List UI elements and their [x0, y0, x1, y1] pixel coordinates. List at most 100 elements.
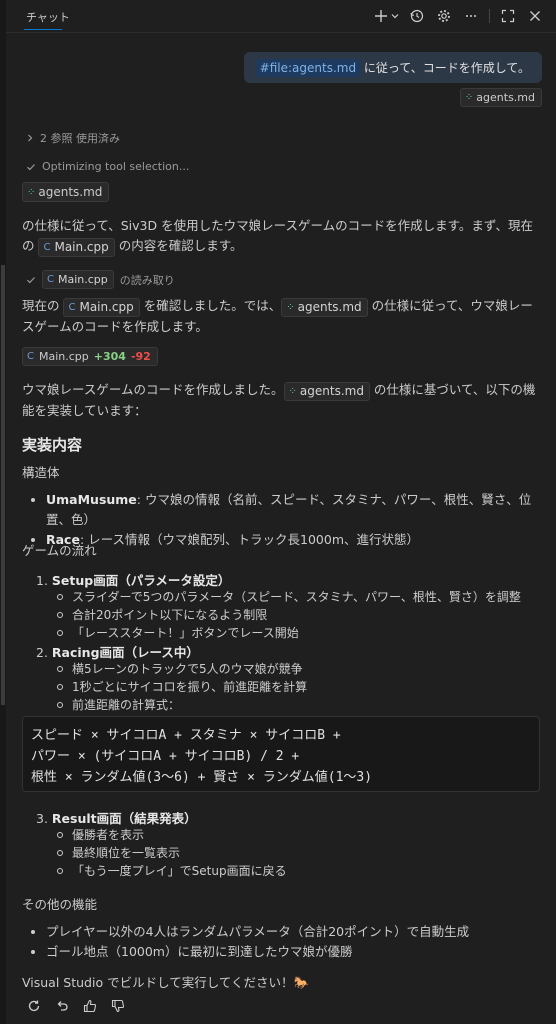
struct-list: UmaMusume: ウマ娘の情報（名前、スピード、スタミナ、パワー、根性、賢さ…: [22, 490, 542, 550]
intro-paragraph: の仕様に従って、Siv3D を使用したウマ娘レースゲームのコードを作成します。ま…: [22, 216, 542, 257]
diff-file-label: Main.cpp: [38, 350, 89, 363]
list-item: プレイヤー以外の4人はランダムパラメータ（合計20ポイント）で自動生成: [22, 922, 542, 942]
retry-icon[interactable]: [26, 998, 42, 1014]
list-item: 横5レーンのトラックで5人のウマ娘が競争: [54, 660, 307, 678]
chip-label: agents.md: [297, 300, 362, 314]
file-read-step: C Main.cpp の読み取り: [26, 270, 175, 289]
response-actions: [26, 998, 126, 1014]
lines-added: +304: [93, 350, 126, 363]
confirm-text-2: を確認しました。では、: [139, 298, 282, 313]
step-title: Setup画面（パラメータ設定）: [51, 573, 231, 588]
list-item: 優勝者を表示: [54, 826, 287, 844]
chip-label: agents.md: [299, 384, 364, 398]
cpp-file-icon: C: [43, 242, 51, 253]
read-label: の読み取り: [119, 273, 175, 287]
chip-label: Main.cpp: [54, 240, 109, 254]
header-toolbar: [372, 7, 544, 25]
other-features-list: プレイヤー以外の4人はランダムパラメータ（合計20ポイント）で自動生成 ゴール地…: [22, 922, 542, 962]
list-item: 前進距離の計算式：: [54, 696, 307, 714]
other-label: その他の機能: [22, 897, 98, 912]
cpp-file-icon: C: [47, 274, 54, 285]
lines-removed: -92: [130, 350, 151, 363]
step-1-list: スライダーで5つのパラメータ（スピード、スタミナ、パワー、根性、賢さ）を調整 合…: [54, 588, 521, 642]
code-line: パワー × (サイコロA + サイコロB) / 2 +: [31, 749, 300, 764]
confirm-paragraph: 現在の C Main.cpp を確認しました。では、 ⁘ agents.md の仕様に…: [22, 296, 542, 337]
chat-tab[interactable]: チャット: [26, 9, 70, 25]
check-icon: [27, 163, 35, 170]
agents-file-chip[interactable]: ⁘ agents.md: [281, 298, 368, 317]
list-item: 最終順位を一覧表示: [54, 844, 287, 862]
list-item: 「レーススタート！」ボタンでレース開始: [54, 624, 521, 642]
gear-icon[interactable]: [435, 7, 453, 25]
history-icon[interactable]: [408, 7, 426, 25]
user-message: #file:agents.md に従って、コードを作成して。: [243, 52, 542, 83]
chevron-right-icon: [28, 134, 33, 142]
markdown-file-icon: ⁘: [464, 92, 473, 103]
step-number: 1.: [36, 573, 48, 588]
done-paragraph: ウマ娘レースゲームのコードを作成しました。 ⁘ agents.md の仕様に基づいて…: [22, 380, 542, 421]
list-item: 「もう一度プレイ」でSetup画面に戻る: [54, 862, 287, 880]
code-line: 根性 × ランダム値(3～6) + 賢さ × ランダム値(1～3): [31, 770, 373, 785]
struct-name: UmaMusume: [46, 492, 137, 507]
main-cpp-chip[interactable]: C Main.cpp: [42, 270, 114, 289]
main-cpp-chip[interactable]: C Main.cpp: [63, 298, 140, 317]
markdown-file-icon: ⁘: [286, 302, 294, 313]
file-reference-chip[interactable]: #file:agents.md: [255, 59, 361, 77]
agents-file-chip[interactable]: ⁘ agents.md: [283, 382, 370, 401]
section-heading: 実装内容: [22, 436, 83, 454]
scrollbar-thumb[interactable]: [1, 265, 5, 705]
step-number: 3.: [36, 811, 48, 826]
struct-label: 構造体: [22, 465, 60, 480]
markdown-file-icon: ⁘: [288, 386, 297, 397]
agents-file-chip[interactable]: ⁘ agents.md: [22, 182, 110, 202]
more-icon[interactable]: [462, 7, 480, 25]
step-3-list: 優勝者を表示 最終順位を一覧表示 「もう一度プレイ」でSetup画面に戻る: [54, 826, 287, 880]
chat-panel: チャット #file:agents.md に従って、コードを作成して。 ⁘ ag…: [6, 0, 556, 1024]
list-item: 1秒ごとにサイコロを振り、前進距離を計算: [54, 678, 307, 696]
step-1: 1. Setup画面（パラメータ設定）: [36, 570, 230, 589]
optimizing-label: Optimizing tool selection...: [42, 160, 190, 173]
optimizing-status: Optimizing tool selection...: [26, 160, 189, 173]
step-2-list: 横5レーンのトラックで5人のウマ娘が競争 1秒ごとにサイコロを振り、前進距離を計…: [54, 660, 307, 714]
step-title: Result画面（結果発表）: [51, 811, 197, 826]
chip-label: Main.cpp: [79, 300, 134, 314]
references-toggle[interactable]: 2 参照 使用済み: [26, 130, 120, 146]
step-number: 2.: [36, 645, 48, 660]
active-tab-indicator: [24, 29, 62, 30]
intro-text-2: の内容を確認します。: [114, 238, 243, 253]
list-item: ゴール地点（1000m）に最初に到達したウマ娘が優勝: [22, 942, 542, 962]
step-2: 2. Racing画面（レース中）: [36, 642, 199, 661]
chevron-down-icon[interactable]: [391, 7, 399, 25]
new-chat-icon[interactable]: [372, 7, 390, 25]
cpp-file-icon: C: [68, 302, 76, 313]
close-icon[interactable]: [526, 7, 544, 25]
user-attachment-chip[interactable]: ⁘ agents.md: [459, 88, 542, 107]
struct-desc: : レース情報（ウマ娘配列、トラック長1000m、進行状態）: [79, 532, 420, 547]
flow-label: ゲームの流れ: [22, 543, 97, 558]
undo-icon[interactable]: [54, 998, 70, 1014]
thumbs-down-icon[interactable]: [110, 998, 126, 1014]
list-item: 合計20ポイント以下になるよう制限: [54, 606, 521, 624]
step-title: Racing画面（レース中）: [51, 645, 199, 660]
main-cpp-chip[interactable]: C Main.cpp: [38, 238, 115, 257]
confirm-text-1: 現在の: [22, 298, 64, 313]
check-icon: [27, 276, 35, 283]
edit-diff-chip[interactable]: C Main.cpp +304 -92: [22, 347, 158, 366]
thumbs-up-icon[interactable]: [82, 998, 98, 1014]
list-item: UmaMusume: ウマ娘の情報（名前、スピード、スタミナ、パワー、根性、賢さ…: [22, 490, 542, 530]
toolbar-divider: [489, 9, 490, 23]
chat-header: チャット: [6, 0, 556, 33]
markdown-file-icon: ⁘: [27, 186, 35, 198]
step-3: 3. Result画面（結果発表）: [36, 808, 197, 827]
user-message-text: に従って、コードを作成して。: [360, 61, 530, 75]
references-label: 2 参照 使用済み: [40, 132, 120, 145]
done-text-1: ウマ娘レースゲームのコードを作成しました。: [22, 382, 284, 397]
agents-chip-label: agents.md: [38, 185, 103, 199]
list-item: Race: レース情報（ウマ娘配列、トラック長1000m、進行状態）: [22, 530, 542, 550]
code-block[interactable]: スピード × サイコロA + スタミナ × サイコロB + パワー × (サイコロ…: [22, 716, 540, 792]
closing-text: Visual Studio でビルドして実行してください！🐎: [22, 975, 310, 990]
code-line: スピード × サイコロA + スタミナ × サイコロB +: [31, 728, 341, 743]
cpp-file-icon: C: [27, 351, 34, 362]
attachment-label: agents.md: [476, 91, 535, 104]
maximize-icon[interactable]: [499, 7, 517, 25]
